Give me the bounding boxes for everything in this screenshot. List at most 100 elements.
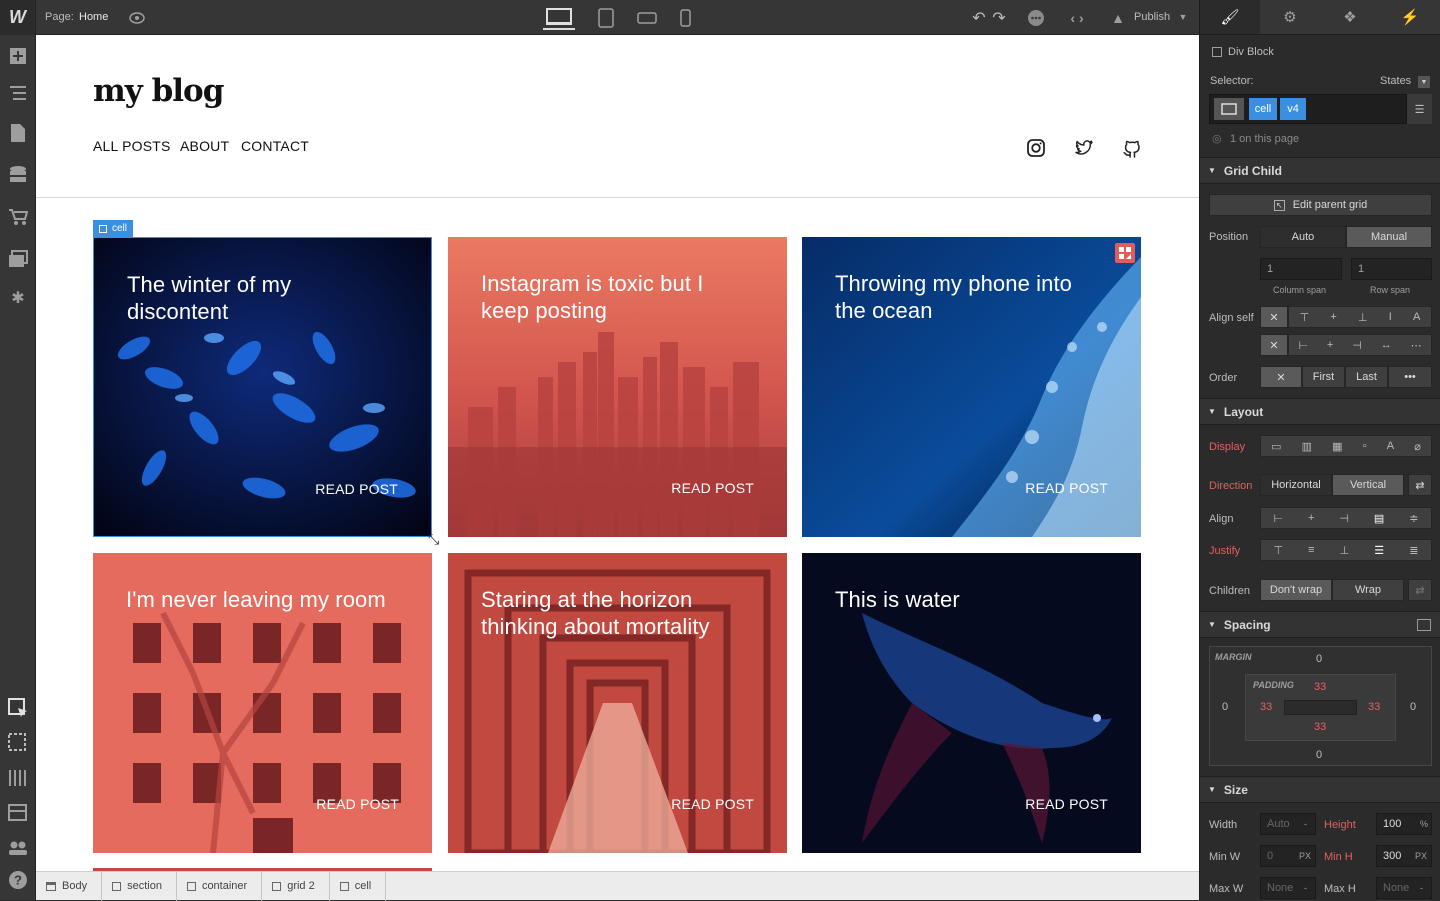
eye-icon[interactable] — [128, 9, 146, 27]
post-card[interactable]: The winter of my discontent READ POST — [93, 237, 432, 537]
post-card[interactable]: Throwing my phone into the ocean READ PO… — [802, 237, 1141, 537]
align-self-vertical-buttons[interactable]: ⊤ + ⊥ I A — [1288, 306, 1432, 328]
assets-icon[interactable] — [6, 247, 30, 271]
width-unit[interactable]: - — [1304, 819, 1307, 829]
read-post-link[interactable]: READ POST — [1025, 480, 1108, 496]
position-manual-button[interactable]: Manual — [1346, 226, 1432, 248]
align-self-clear-icon[interactable]: ✕ — [1260, 306, 1288, 328]
align-end-icon[interactable]: ⊥ — [1358, 311, 1368, 324]
wrap-reverse-icon[interactable]: ⇄ — [1408, 579, 1432, 601]
class-tag-cell[interactable]: cell — [1249, 98, 1277, 120]
navigator-icon[interactable] — [6, 81, 30, 105]
max-height-unit[interactable]: - — [1420, 883, 1423, 893]
display-flex-icon[interactable]: ▥ — [1302, 440, 1312, 453]
design-canvas[interactable]: my blog ALL POSTS ABOUT CONTACT cell The… — [36, 35, 1199, 871]
padding-top[interactable]: 33 — [1314, 681, 1326, 693]
justify-center-icon[interactable]: + — [1327, 339, 1333, 351]
instagram-icon[interactable] — [1026, 138, 1046, 158]
align-stretch-icon[interactable]: ▤ — [1374, 512, 1384, 525]
min-height-unit[interactable]: PX — [1415, 851, 1427, 861]
breadcrumb-section[interactable]: section — [102, 871, 177, 901]
breadcrumb-cell[interactable]: cell — [330, 871, 387, 901]
max-width-unit[interactable]: - — [1304, 883, 1307, 893]
mobile-portrait-icon[interactable] — [677, 7, 693, 29]
spacing-toggle-icon[interactable] — [1417, 618, 1431, 631]
edit-parent-grid-button[interactable]: ↖ Edit parent grid — [1209, 194, 1432, 216]
display-block-icon[interactable]: ▭ — [1271, 440, 1281, 453]
justify-top-icon[interactable]: ⊤ — [1274, 544, 1284, 557]
settings-tab[interactable]: ⚙ — [1260, 0, 1320, 34]
read-post-link[interactable]: READ POST — [316, 796, 399, 812]
help-icon[interactable]: ? — [6, 868, 30, 892]
image-settings-icon[interactable] — [1115, 243, 1135, 263]
section-spacing[interactable]: ▼ Spacing — [1200, 611, 1440, 638]
justify-self-buttons[interactable]: ⊢ + ⊣ ↔ ⋯ — [1288, 334, 1432, 356]
display-inline-block-icon[interactable]: ▫ — [1363, 440, 1367, 452]
padding-bottom[interactable]: 33 — [1314, 721, 1326, 733]
align-left-icon[interactable]: ⊢ — [1273, 512, 1283, 525]
width-input[interactable]: Auto — [1260, 813, 1316, 835]
audit-icon[interactable] — [6, 801, 30, 825]
chevron-down-icon[interactable]: ▼ — [1418, 76, 1430, 88]
redo-icon[interactable]: ↷ — [990, 9, 1008, 27]
desktop-breakpoint-icon[interactable] — [543, 6, 575, 30]
position-auto-button[interactable]: Auto — [1260, 226, 1346, 248]
align-right-icon[interactable]: ⊣ — [1339, 512, 1349, 525]
direction-horizontal-button[interactable]: Horizontal — [1260, 474, 1332, 496]
breadcrumb-grid[interactable]: grid 2 — [262, 871, 330, 901]
justify-self-clear-icon[interactable]: ✕ — [1260, 334, 1288, 356]
breadcrumb-container[interactable]: container — [177, 871, 263, 901]
max-height-input[interactable]: None — [1376, 877, 1432, 899]
post-card[interactable]: Instagram is toxic but I keep posting RE… — [448, 237, 787, 537]
page-name[interactable]: Home — [79, 11, 108, 23]
selector-field[interactable]: cell v4 ☰ — [1209, 94, 1432, 124]
justify-stretch-icon[interactable]: ↔ — [1381, 339, 1392, 351]
display-buttons[interactable]: ▭ ▥ ▦ ▫ A ⌀ — [1260, 435, 1432, 457]
padding-left[interactable]: 33 — [1260, 701, 1272, 713]
order-last-button[interactable]: Last — [1345, 366, 1388, 388]
chevron-down-icon[interactable]: ▼ — [1178, 11, 1188, 23]
nav-link-all-posts[interactable]: ALL POSTS — [93, 138, 171, 154]
resize-handle-icon[interactable]: ⤡ — [428, 531, 439, 548]
cms-icon[interactable] — [6, 163, 30, 187]
rocket-icon[interactable]: ▲ — [1108, 8, 1128, 28]
max-width-input[interactable]: None — [1260, 877, 1316, 899]
class-tag-v4[interactable]: v4 — [1280, 98, 1306, 120]
ecommerce-icon[interactable] — [6, 205, 30, 229]
align-baseline-icon[interactable]: ≑ — [1409, 512, 1418, 525]
reverse-direction-icon[interactable]: ⇄ — [1408, 474, 1432, 496]
states-dropdown[interactable]: States — [1380, 75, 1411, 87]
style-tab[interactable]: 🖌 — [1200, 0, 1260, 34]
order-first-button[interactable]: First — [1302, 366, 1345, 388]
comments-icon[interactable] — [1026, 8, 1046, 28]
justify-space-between-icon[interactable]: ☰ — [1374, 544, 1384, 557]
justify-end-icon[interactable]: ⊣ — [1352, 339, 1362, 352]
post-card[interactable]: I'm never leaving my room READ POST — [93, 553, 432, 853]
post-card[interactable]: This is water READ POST — [802, 553, 1141, 853]
read-post-link[interactable]: READ POST — [315, 481, 398, 497]
post-card[interactable]: Staring at the horizon thinking about mo… — [448, 553, 787, 853]
display-grid-icon[interactable]: ▦ — [1332, 440, 1342, 453]
add-icon[interactable] — [6, 44, 30, 68]
dont-wrap-button[interactable]: Don't wrap — [1260, 579, 1332, 601]
section-layout[interactable]: ▼ Layout — [1200, 398, 1440, 425]
margin-left[interactable]: 0 — [1222, 701, 1228, 713]
grid-guides-icon[interactable] — [6, 766, 30, 790]
align-start-icon[interactable]: ⊤ — [1300, 311, 1310, 324]
row-input[interactable]: 1 — [1351, 258, 1432, 280]
read-post-link[interactable]: READ POST — [671, 480, 754, 496]
preview-icon[interactable] — [6, 731, 30, 755]
github-icon[interactable] — [1122, 138, 1142, 158]
display-none-icon[interactable]: ⌀ — [1414, 440, 1421, 453]
code-export-icon[interactable]: ‹ › — [1066, 8, 1088, 28]
justify-start-icon[interactable]: ⊢ — [1298, 339, 1308, 352]
column-input[interactable]: 1 — [1260, 258, 1342, 280]
nav-link-about[interactable]: ABOUT — [180, 138, 229, 154]
wrap-button[interactable]: Wrap — [1332, 579, 1404, 601]
order-clear-icon[interactable]: ✕ — [1260, 366, 1302, 388]
margin-top[interactable]: 0 — [1316, 653, 1322, 665]
align-center-icon[interactable]: + — [1308, 512, 1314, 524]
padding-right[interactable]: 33 — [1368, 701, 1380, 713]
tablet-breakpoint-icon[interactable] — [596, 7, 616, 29]
pages-icon[interactable] — [6, 121, 30, 145]
